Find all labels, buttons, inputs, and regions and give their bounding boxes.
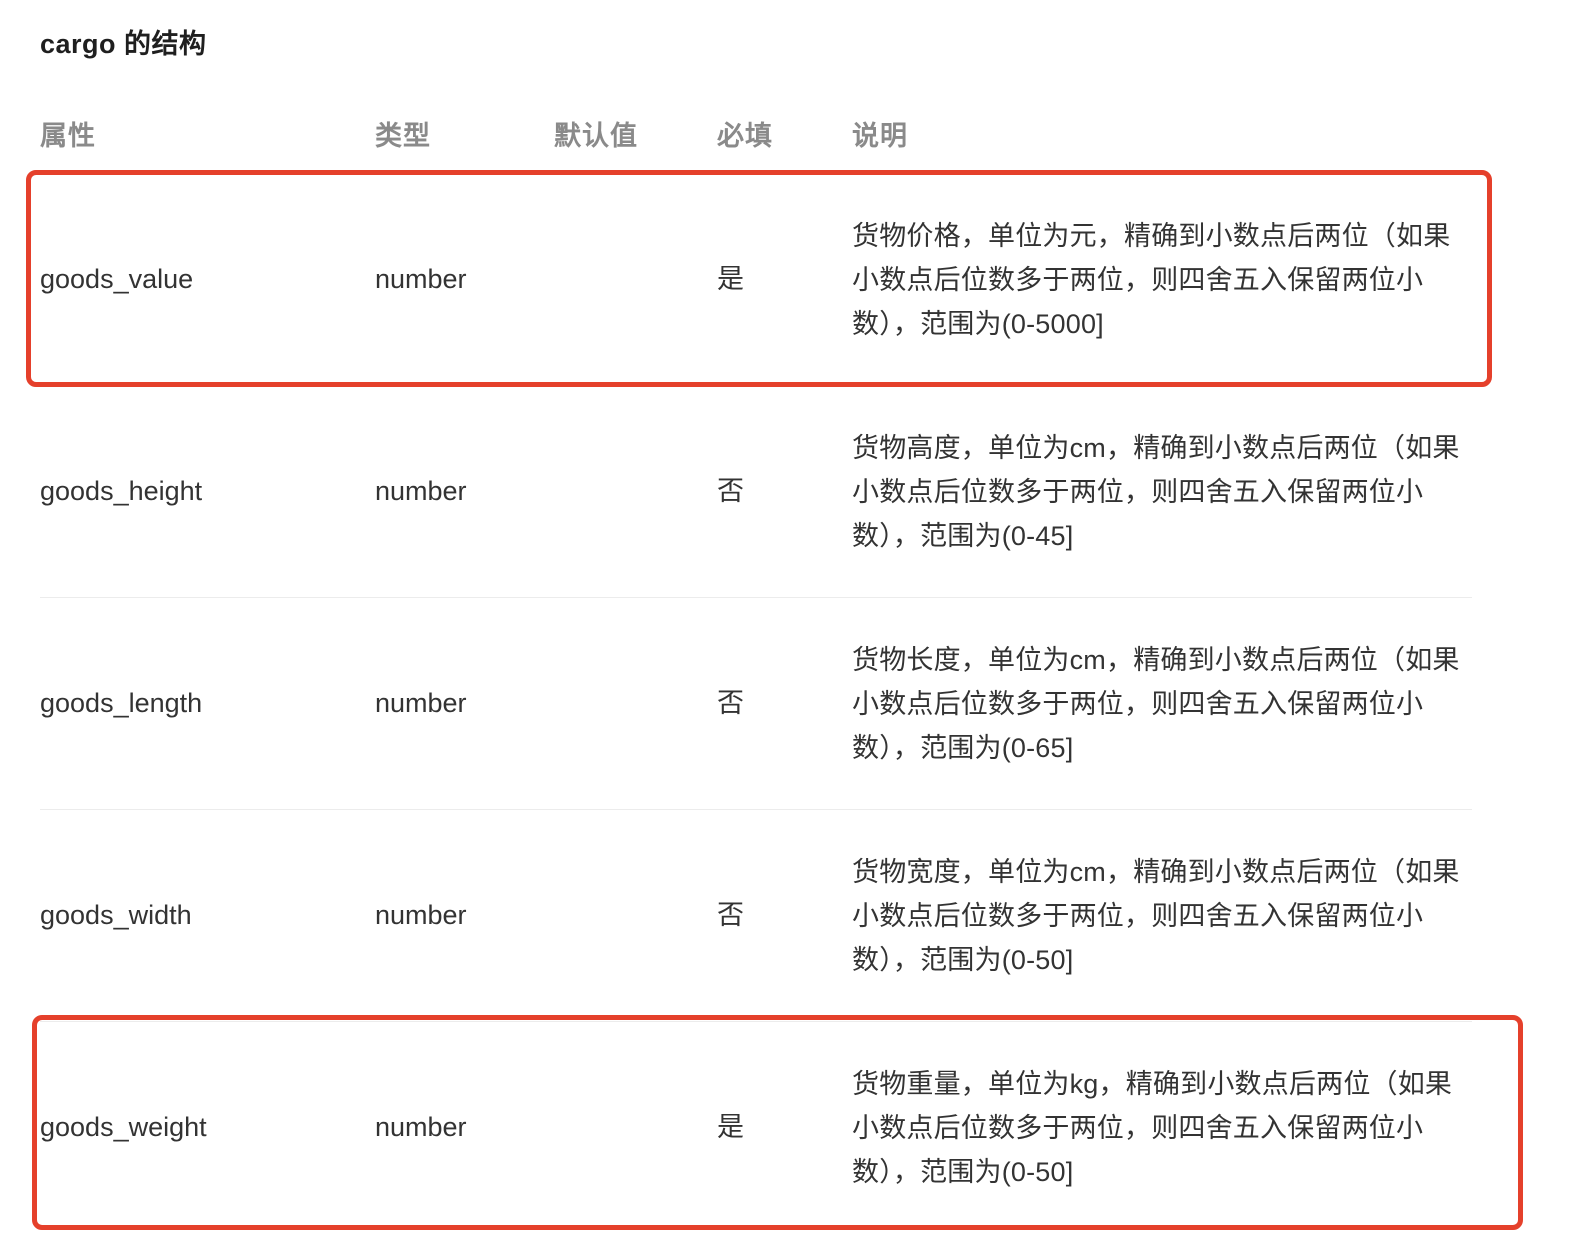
- header-name: 属性: [40, 121, 96, 151]
- cell-name: goods_value: [40, 264, 194, 294]
- page: cargo 的结构 属性 类型 默认值 必填 说明 goods_value nu…: [0, 0, 1576, 1230]
- header-type: 类型: [375, 121, 431, 151]
- cargo-structure-table: 属性 类型 默认值 必填 说明 goods_value number 是 货物价…: [40, 90, 1472, 1233]
- cell-required: 否: [717, 688, 744, 718]
- table-row: goods_weight number 是 货物重量，单位为kg，精确到小数点后…: [40, 1022, 1472, 1233]
- table-header-row: 属性 类型 默认值 必填 说明: [40, 90, 1472, 174]
- header-required: 必填: [717, 121, 773, 151]
- cell-type: number: [375, 900, 467, 930]
- cell-type: number: [375, 476, 467, 506]
- cell-description: 货物价格，单位为元，精确到小数点后两位（如果小数点后位数多于两位，则四舍五入保留…: [852, 221, 1451, 339]
- cell-required: 否: [717, 900, 744, 930]
- section-title: cargo 的结构: [40, 29, 207, 59]
- table-row: goods_height number 否 货物高度，单位为cm，精确到小数点后…: [40, 386, 1472, 598]
- cell-name: goods_height: [40, 476, 203, 506]
- table-row: goods_length number 否 货物长度，单位为cm，精确到小数点后…: [40, 598, 1472, 810]
- table-row: goods_width number 否 货物宽度，单位为cm，精确到小数点后两…: [40, 810, 1472, 1022]
- cell-required: 是: [717, 1112, 744, 1142]
- cell-description: 货物宽度，单位为cm，精确到小数点后两位（如果小数点后位数多于两位，则四舍五入保…: [852, 857, 1460, 975]
- table-row: goods_value number 是 货物价格，单位为元，精确到小数点后两位…: [40, 174, 1472, 386]
- header-description: 说明: [852, 121, 908, 151]
- cell-required: 否: [717, 476, 744, 506]
- cell-name: goods_weight: [40, 1112, 207, 1142]
- header-default: 默认值: [554, 121, 638, 151]
- cell-name: goods_width: [40, 900, 192, 930]
- cell-required: 是: [717, 264, 744, 294]
- cell-description: 货物高度，单位为cm，精确到小数点后两位（如果小数点后位数多于两位，则四舍五入保…: [852, 433, 1460, 551]
- cell-description: 货物长度，单位为cm，精确到小数点后两位（如果小数点后位数多于两位，则四舍五入保…: [852, 645, 1460, 763]
- cell-type: number: [375, 688, 467, 718]
- cell-type: number: [375, 264, 467, 294]
- cell-name: goods_length: [40, 688, 203, 718]
- cell-type: number: [375, 1112, 467, 1142]
- cell-description: 货物重量，单位为kg，精确到小数点后两位（如果小数点后位数多于两位，则四舍五入保…: [852, 1069, 1453, 1187]
